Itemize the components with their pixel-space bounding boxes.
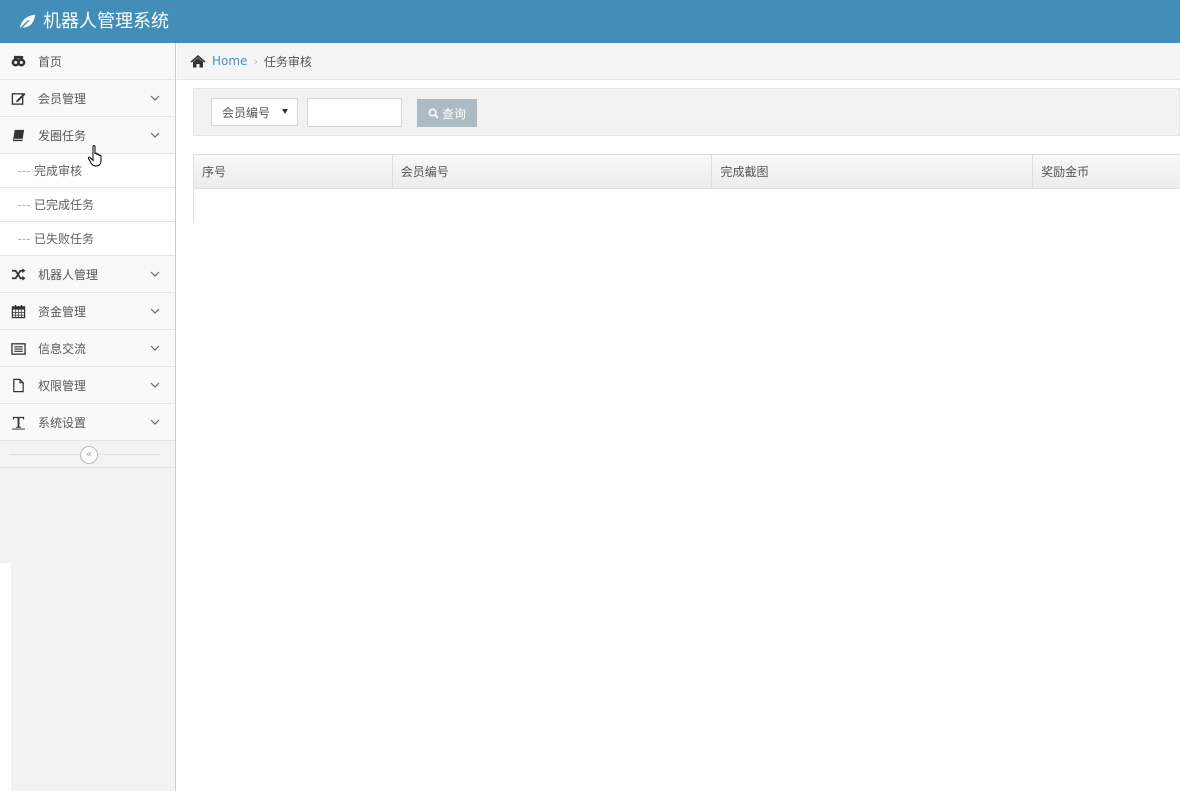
app-title: 机器人管理系统 [43, 11, 169, 32]
tree-branch [18, 205, 30, 206]
sidebar-item-label: 系统设置 [38, 415, 87, 430]
sidebar-gap [0, 563, 11, 791]
search-icon [428, 108, 439, 119]
book-icon [10, 127, 26, 143]
search-field-selected: 会员编号 [222, 105, 271, 120]
search-button-label: 查询 [441, 106, 466, 121]
brand[interactable]: 机器人管理系统 [18, 0, 169, 43]
calendar-icon [10, 303, 26, 319]
sidebar-item-funds[interactable]: 资金管理 [0, 293, 175, 330]
sidebar-item-messages[interactable]: 信息交流 [0, 330, 175, 367]
sidebar-item-label: 会员管理 [38, 91, 87, 106]
submenu-item-label: 已失败任务 [34, 232, 95, 246]
breadcrumb-home-link[interactable]: Home [212, 54, 247, 68]
chevron-down-icon [150, 132, 160, 138]
text-icon [10, 414, 26, 430]
sidebar-item-label: 权限管理 [38, 378, 87, 393]
breadcrumb-current: 任务审核 [263, 54, 312, 69]
chevron-down-icon [150, 95, 160, 101]
list-icon [10, 340, 26, 356]
column-header-index[interactable]: 序号 [194, 155, 393, 189]
submenu-item-label: 已完成任务 [34, 198, 95, 212]
submenu-item-label: 完成审核 [34, 164, 83, 178]
table-header: 序号 会员编号 完成截图 奖励金币 [194, 155, 1180, 189]
top-navbar: 机器人管理系统 [0, 0, 1180, 43]
file-icon [10, 377, 26, 393]
double-left-icon: « [85, 449, 93, 460]
dashboard-icon [10, 53, 26, 69]
search-input[interactable] [307, 98, 402, 127]
leaf-icon [19, 14, 36, 30]
search-toolbar: 会员编号 查询 [193, 88, 1180, 136]
edit-icon [10, 90, 26, 106]
random-icon [10, 266, 26, 282]
table-body [194, 189, 1180, 223]
sidebar-item-robots[interactable]: 机器人管理 [0, 256, 175, 293]
sidebar-item-label: 首页 [38, 54, 63, 69]
sidebar-item-settings[interactable]: 系统设置 [0, 404, 175, 441]
breadcrumb: Home › 任务审核 [177, 43, 1180, 80]
caret-down-icon [282, 109, 288, 114]
collapse-sidebar-button[interactable]: « [80, 446, 98, 464]
column-header-member-id[interactable]: 会员编号 [393, 155, 713, 189]
sidebar-item-label: 发圈任务 [38, 128, 87, 143]
column-header-screenshot[interactable]: 完成截图 [712, 155, 1034, 189]
column-header-reward-coins[interactable]: 奖励金币 [1033, 155, 1180, 189]
sidebar-collapse-row: « [0, 441, 175, 468]
sidebar-item-members[interactable]: 会员管理 [0, 80, 175, 117]
tree-branch [18, 239, 30, 240]
search-field-select[interactable]: 会员编号 [211, 98, 298, 126]
sidebar-item-home[interactable]: 首页 [0, 43, 175, 80]
breadcrumb-separator: › [253, 54, 258, 68]
task-review-table: 序号 会员编号 完成截图 奖励金币 [193, 154, 1180, 223]
home-icon [190, 55, 206, 68]
sidebar-item-label: 信息交流 [38, 341, 87, 356]
hand-pointer-icon [87, 145, 102, 167]
chevron-down-icon [150, 345, 160, 351]
search-button[interactable]: 查询 [417, 99, 477, 127]
submenu-moments-tasks: 完成审核 已完成任务 已失败任务 [0, 154, 175, 256]
chevron-down-icon [150, 419, 160, 425]
chevron-down-icon [150, 271, 160, 277]
sidebar-item-label: 资金管理 [38, 304, 87, 319]
sidebar-item-permissions[interactable]: 权限管理 [0, 367, 175, 404]
submenu-item-completed-tasks[interactable]: 已完成任务 [0, 188, 175, 222]
chevron-down-icon [150, 308, 160, 314]
submenu-item-failed-tasks[interactable]: 已失败任务 [0, 222, 175, 256]
tree-branch [18, 171, 30, 172]
chevron-down-icon [150, 382, 160, 388]
sidebar-item-label: 机器人管理 [38, 267, 99, 282]
